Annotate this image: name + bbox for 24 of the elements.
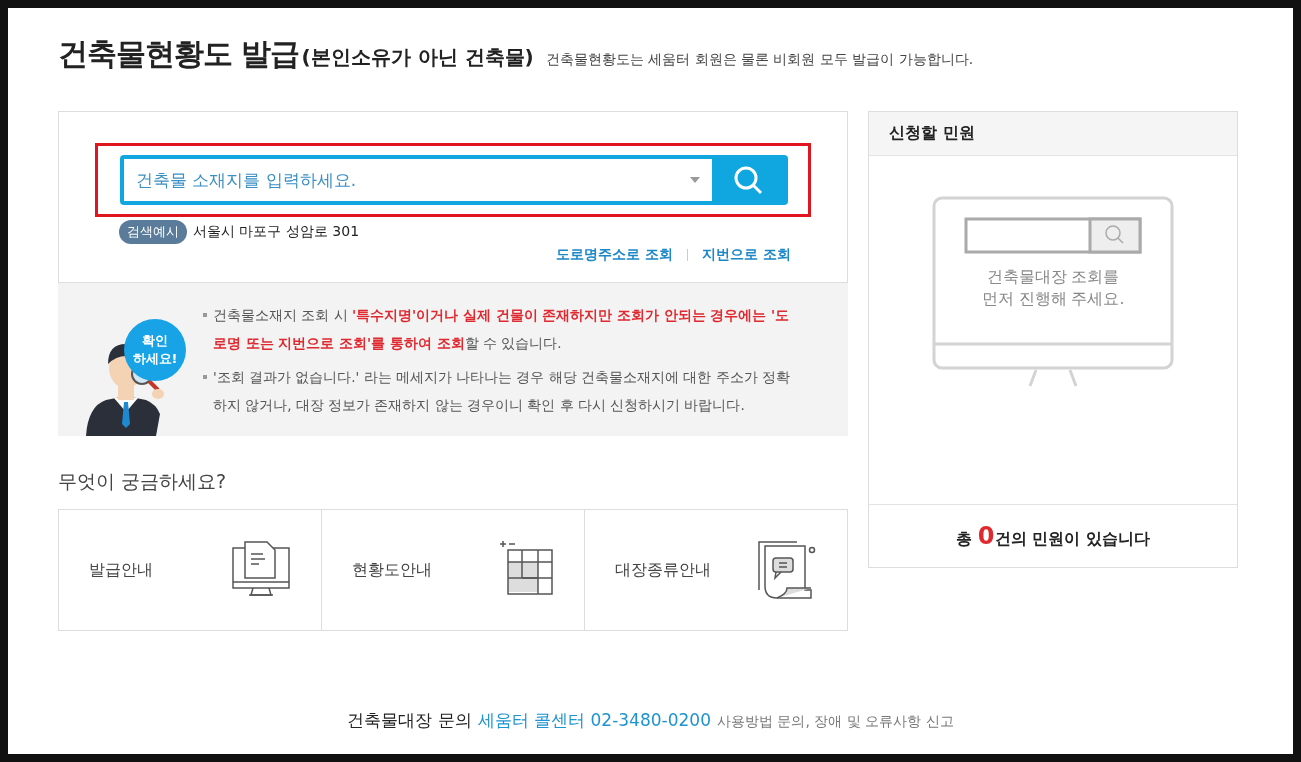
lookup-link[interactable]: 지번으로 조회: [702, 246, 791, 264]
scroll-message-icon: [757, 540, 817, 600]
page-subtitle: 건축물현황도는 세움터 회원은 물론 비회원 모두 발급이 가능합니다.: [545, 51, 974, 69]
address-input-field[interactable]: 건축물 소재지를 입력하세요.: [124, 159, 712, 201]
faq-title: 무엇이 궁금하세요?: [58, 469, 228, 494]
page-title: 건축물현황도 발급: [58, 35, 300, 73]
lookup-link[interactable]: 도로명주소로 조회: [556, 246, 674, 264]
notice-text: 건축물소재지 조회 시 '특수지명'이거나 실제 건물이 존재하지만 조회가 안되는 경우에는 '도로명 또는 지번으로 조회'를 통하여 조회할 수 있습니다.: [213, 306, 791, 353]
guide-label: 발급안내: [89, 559, 153, 581]
dropdown-caret-icon[interactable]: [690, 177, 700, 183]
application-count: 총 0건의 민원이 있습니다: [956, 522, 1150, 550]
title-note: (본인소유가 아닌 건축물): [301, 44, 534, 71]
check-badge: 확인 하세요!: [124, 319, 186, 381]
notice-text: '조회 결과가 없습니다.' 라는 메세지가 나타나는 경우 해당 건축물소재지에 대한 주소가 정확하지 않거나, 대장 정보가 존재하지 않는 경우이니 확인 후 다시 신청하시기 바랍니다.: [213, 368, 791, 415]
example-address: 서울시 마포구 성암로 301: [193, 223, 360, 241]
guide-label: 대장종류안내: [615, 559, 711, 581]
empty-message: 건축물대장 조회를 먼저 진행해 주세요.: [980, 267, 1126, 310]
footer-label: 건축물대장 문의: [347, 709, 472, 732]
call-center-number: 세움터 콜센터 02-3480-0200: [477, 709, 711, 732]
example-badge: 검색예시: [119, 220, 187, 244]
search-icon: [733, 165, 763, 195]
footer-note: 사용방법 문의, 장애 및 오류사항 신고: [716, 713, 954, 731]
panel-title: 신청할 민원: [869, 112, 1237, 156]
guide-label: 현황도안내: [352, 559, 432, 581]
